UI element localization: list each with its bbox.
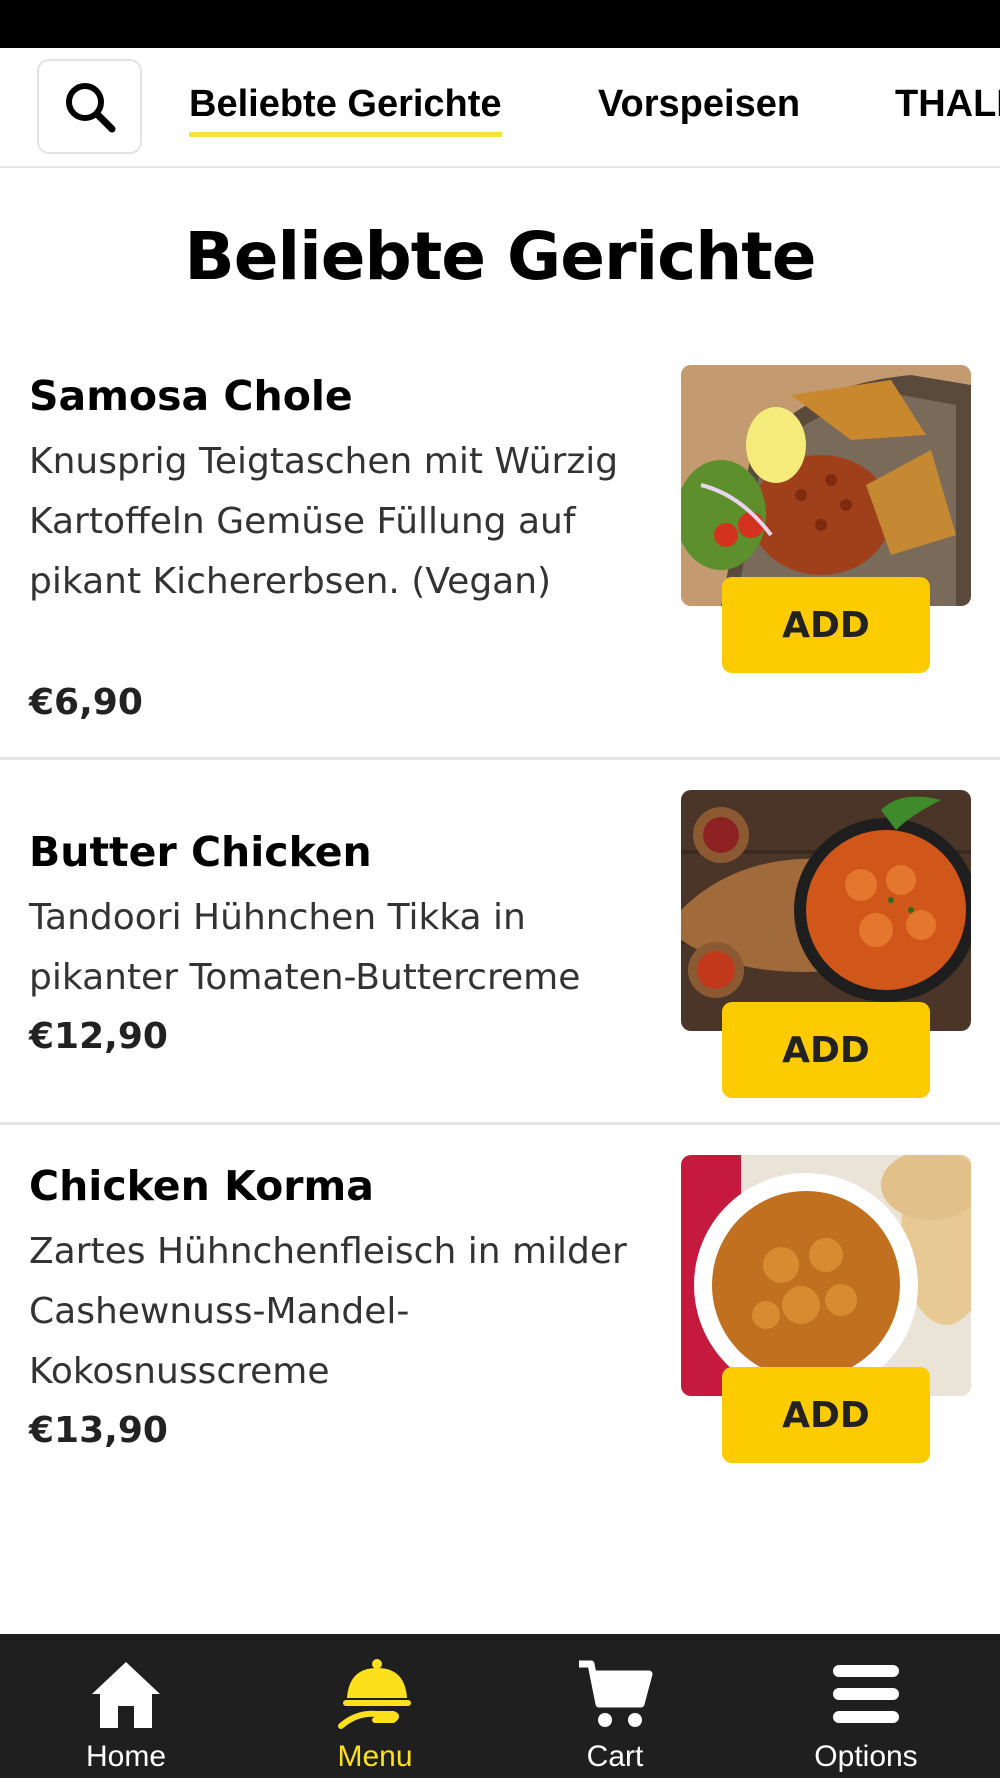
tab-label: Beliebte Gerichte <box>189 83 502 125</box>
item-price: €6,90 <box>29 682 143 723</box>
item-description: Tandoori Hühnchen Tikka in pikanter Toma… <box>29 897 581 998</box>
tab-label: THALI <box>895 83 1000 125</box>
item-name: Samosa Chole <box>29 372 353 420</box>
bottom-nav: Home Menu Cart Options <box>0 1634 1000 1778</box>
nav-menu[interactable]: Menu <box>275 1634 475 1778</box>
add-button[interactable]: ADD <box>722 577 930 673</box>
active-tab-underline <box>189 132 502 137</box>
item-name: Butter Chicken <box>29 828 372 876</box>
item-description: Knusprig Teigtaschen mit Würzig Kartoffe… <box>29 441 619 602</box>
cloche-icon <box>335 1654 415 1734</box>
cart-icon <box>575 1654 655 1734</box>
nav-label: Cart <box>586 1740 644 1773</box>
menu-icon <box>826 1654 906 1734</box>
category-nav: Beliebte Gerichte Vorspeisen THALI <box>0 48 1000 168</box>
tab-beliebte-gerichte[interactable]: Beliebte Gerichte <box>189 83 502 137</box>
nav-label: Home <box>85 1740 167 1773</box>
add-button[interactable]: ADD <box>722 1367 930 1463</box>
nav-label: Options <box>814 1740 918 1773</box>
item-price: €12,90 <box>29 1016 168 1057</box>
nav-cart[interactable]: Cart <box>515 1634 715 1778</box>
section-title: Beliebte Gerichte <box>184 218 816 295</box>
item-divider <box>0 1122 1000 1125</box>
item-image-butter-chicken <box>681 790 971 1031</box>
status-bar <box>0 0 1000 48</box>
add-button[interactable]: ADD <box>722 1002 930 1098</box>
tab-vorspeisen[interactable]: Vorspeisen <box>598 83 800 126</box>
search-icon <box>65 82 115 132</box>
tab-thali[interactable]: THALI <box>895 83 1000 126</box>
nav-home[interactable]: Home <box>26 1634 226 1778</box>
item-image-chicken-korma <box>681 1155 971 1396</box>
item-price: €13,90 <box>29 1410 168 1451</box>
nav-options[interactable]: Options <box>766 1634 966 1778</box>
item-description: Zartes Hühnchenfleisch in milder Cashewn… <box>29 1231 627 1392</box>
item-divider <box>0 757 1000 760</box>
nav-label: Menu <box>337 1740 413 1773</box>
home-icon <box>86 1654 166 1734</box>
search-button[interactable] <box>37 59 142 154</box>
tab-label: Vorspeisen <box>598 83 801 125</box>
item-name: Chicken Korma <box>29 1162 374 1210</box>
item-image-samosa-chole <box>681 365 971 606</box>
